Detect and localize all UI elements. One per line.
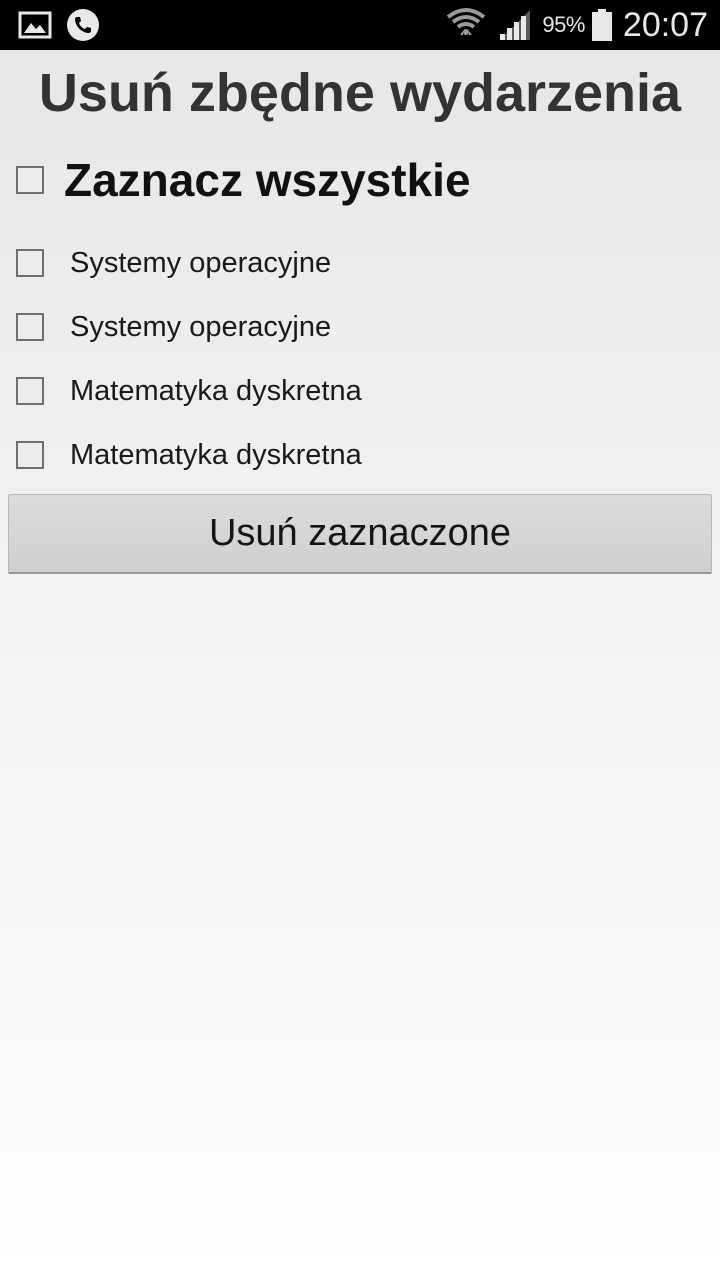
battery-percentage: 95%	[542, 12, 585, 37]
event-item[interactable]: Systemy operacyjne	[16, 243, 331, 283]
page-title: Usuń zbędne wydarzenia	[38, 63, 682, 123]
select-all-label[interactable]: Zaznacz wszystkie	[64, 152, 471, 208]
event-checkbox[interactable]	[16, 441, 44, 469]
status-bar-right: 95% 20:07	[446, 0, 708, 50]
event-label[interactable]: Systemy operacyjne	[70, 243, 331, 283]
event-item[interactable]: Matematyka dyskretna	[16, 371, 362, 411]
event-item[interactable]: Matematyka dyskretna	[16, 435, 362, 475]
select-all-checkbox[interactable]	[16, 166, 44, 194]
phone-call-icon	[67, 9, 99, 41]
wifi-icon	[447, 8, 486, 35]
battery-icon	[591, 9, 612, 41]
status-bar: 95% 20:07	[0, 0, 720, 50]
status-bar-left	[18, 8, 100, 42]
event-label[interactable]: Matematyka dyskretna	[70, 371, 362, 411]
event-label[interactable]: Systemy operacyjne	[70, 307, 331, 347]
event-checkbox[interactable]	[16, 313, 44, 341]
event-checkbox[interactable]	[16, 377, 44, 405]
event-item[interactable]: Systemy operacyjne	[16, 307, 331, 347]
event-label[interactable]: Matematyka dyskretna	[70, 435, 362, 475]
signal-icon	[500, 10, 531, 40]
gallery-notification-icon	[18, 11, 52, 39]
status-bar-clock: 20:07	[622, 5, 708, 44]
select-all-row[interactable]: Zaznacz wszystkie	[16, 152, 471, 208]
event-checkbox[interactable]	[16, 249, 44, 277]
delete-selected-button[interactable]: Usuń zaznaczone	[8, 494, 712, 574]
